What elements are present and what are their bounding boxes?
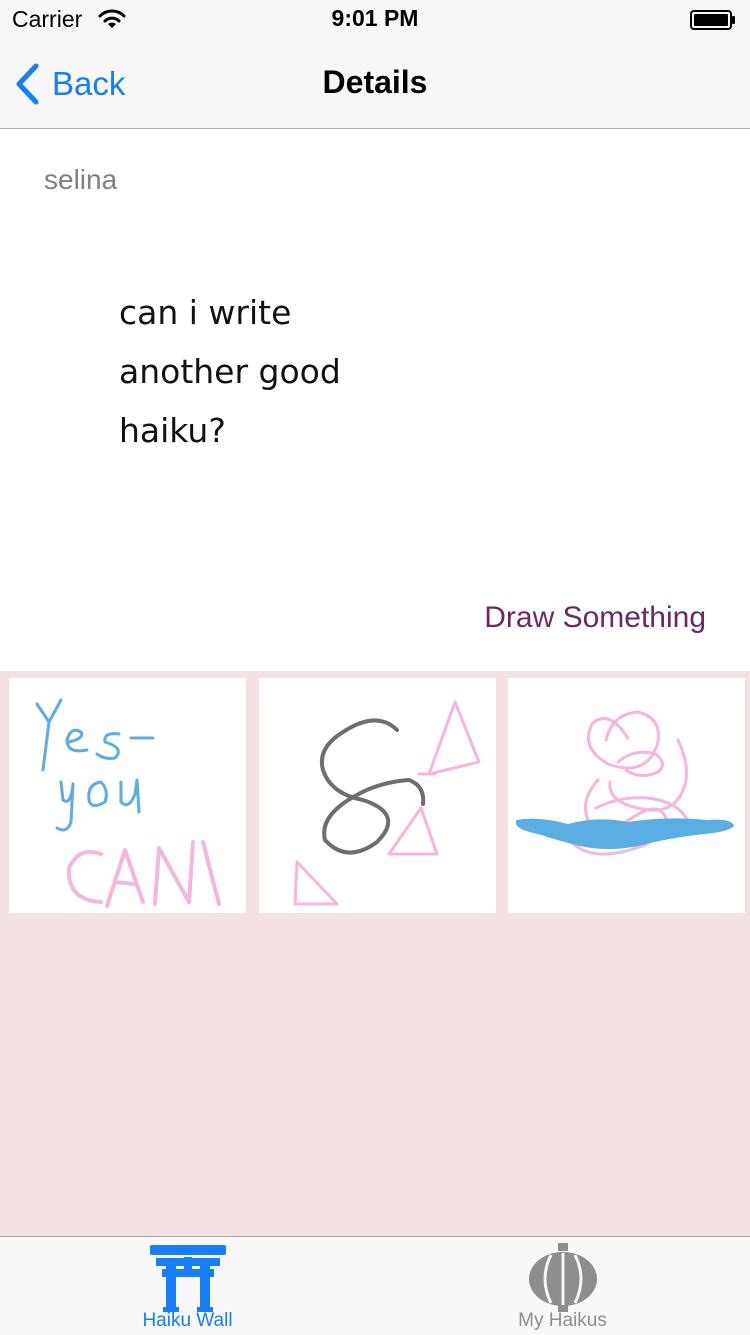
tab-bar: Haiku Wall My Haikus xyxy=(0,1236,750,1335)
haiku-line: another good xyxy=(119,352,341,391)
drawing-thumbnail[interactable] xyxy=(259,678,496,913)
author-name: selina xyxy=(44,164,118,195)
drawings-grid xyxy=(0,671,750,1236)
paper-lantern-icon xyxy=(529,1243,597,1312)
tab-my-haikus[interactable]: My Haikus xyxy=(375,1237,750,1335)
status-time: 9:01 PM xyxy=(331,5,419,31)
haiku-line: can i write xyxy=(119,293,292,332)
draw-something-button[interactable]: Draw Something xyxy=(484,601,706,635)
drawing-yes-you-can xyxy=(35,698,221,908)
drawing-thumbnail[interactable] xyxy=(508,678,745,913)
haiku-line: haiku? xyxy=(119,411,226,450)
tab-label: My Haikus xyxy=(518,1310,607,1331)
drawing-8-triangles xyxy=(293,700,481,906)
drawing-thumbnail[interactable] xyxy=(9,678,246,913)
battery-icon xyxy=(690,10,735,30)
torii-gate-icon xyxy=(150,1245,226,1312)
tab-haiku-wall[interactable]: Haiku Wall xyxy=(0,1237,375,1335)
navigation-bar: Back Details xyxy=(0,40,750,129)
tab-label: Haiku Wall xyxy=(142,1310,233,1331)
page-title: Details xyxy=(322,64,428,100)
drawing-scribble-water xyxy=(516,710,734,856)
haiku-text: can i write another good haiku? xyxy=(119,283,341,460)
status-bar: Carrier 9:01 PM xyxy=(0,0,750,40)
